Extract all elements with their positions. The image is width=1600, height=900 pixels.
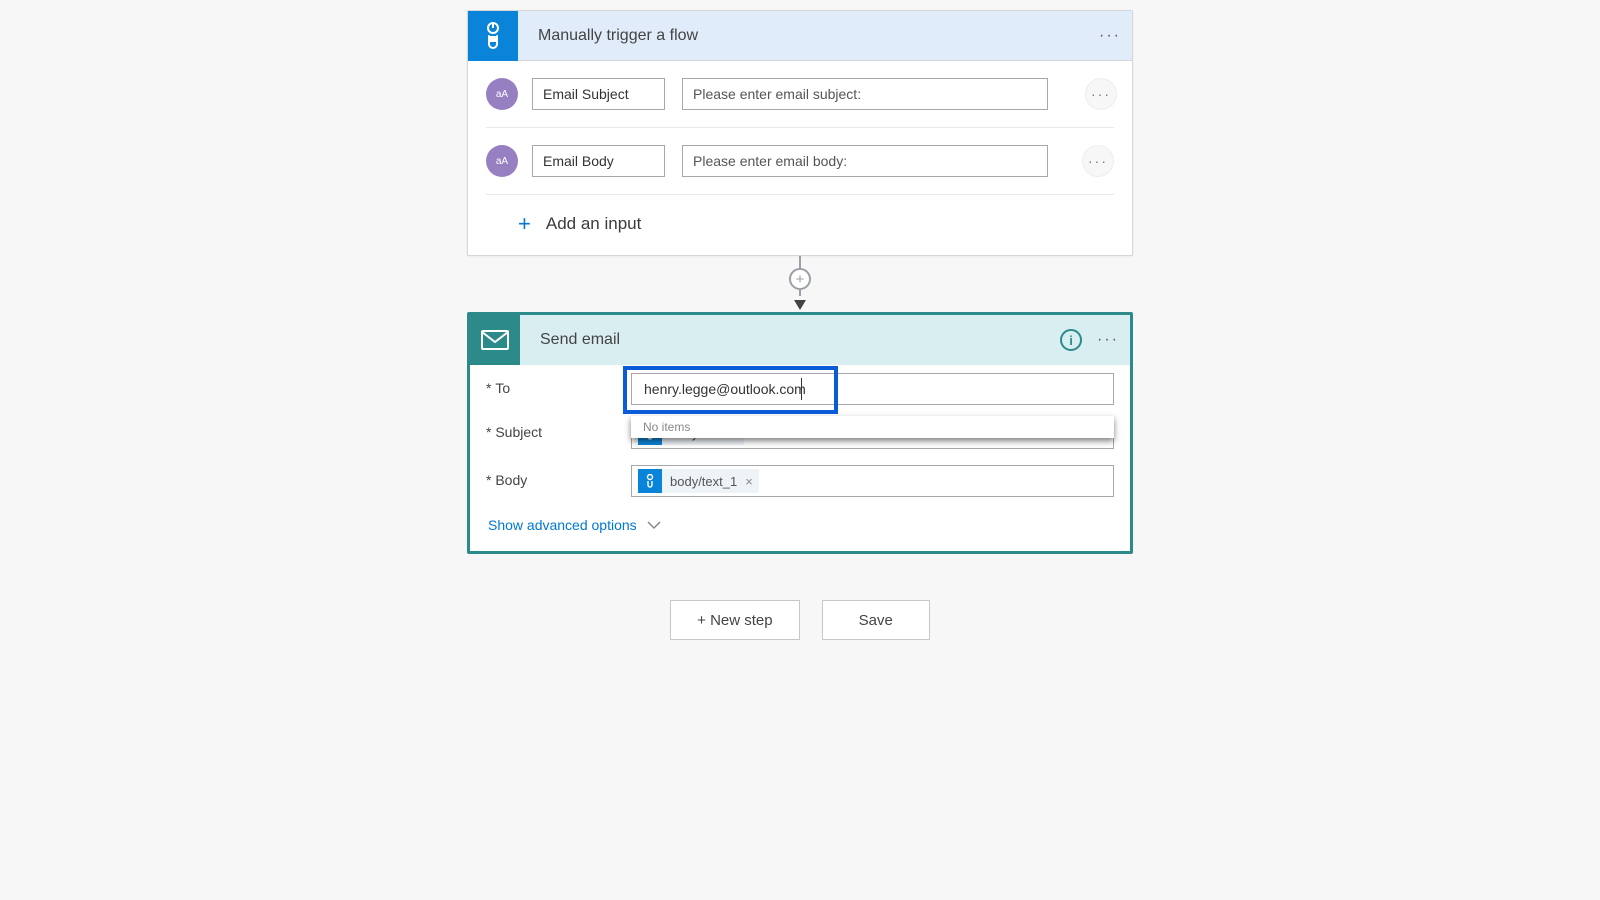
send-email-header[interactable]: Send email i ··· xyxy=(470,315,1130,365)
trigger-card-title: Manually trigger a flow xyxy=(538,27,698,45)
trigger-more-menu[interactable]: ··· xyxy=(1097,23,1123,49)
trigger-input-row: aA ··· xyxy=(468,61,1132,127)
chevron-down-icon xyxy=(647,521,661,530)
input-row-more-menu[interactable]: ··· xyxy=(1082,145,1114,177)
trigger-input-row: aA ··· xyxy=(486,127,1114,194)
autocomplete-no-items: No items xyxy=(643,420,690,434)
manual-trigger-icon xyxy=(468,11,518,61)
advanced-options-label: Show advanced options xyxy=(488,517,637,533)
send-email-more-menu[interactable]: ··· xyxy=(1095,327,1121,353)
show-advanced-options[interactable]: Show advanced options xyxy=(470,505,679,551)
text-type-icon: aA xyxy=(486,145,518,177)
mail-icon xyxy=(470,315,520,365)
trigger-card: Manually trigger a flow ··· aA ··· aA ··… xyxy=(467,10,1133,256)
plus-icon: + xyxy=(518,213,531,235)
send-email-title: Send email xyxy=(540,331,620,349)
subject-row: Subject body/text × No items xyxy=(470,413,1130,457)
text-caret-icon xyxy=(801,378,802,400)
new-step-button[interactable]: + New step xyxy=(670,600,799,640)
to-label: To xyxy=(486,373,631,396)
insert-step-button[interactable]: + xyxy=(789,268,811,290)
to-row: To xyxy=(470,365,1130,413)
add-input-label: Add an input xyxy=(546,214,641,234)
trigger-card-header[interactable]: Manually trigger a flow ··· xyxy=(468,11,1132,61)
arrow-down-icon xyxy=(794,300,806,310)
input-name-field[interactable] xyxy=(532,78,665,110)
input-placeholder-field[interactable] xyxy=(682,78,1048,110)
send-email-card: Send email i ··· To Subject body/text × xyxy=(467,312,1133,554)
autocomplete-dropdown[interactable]: No items xyxy=(631,416,1114,438)
step-connector: + xyxy=(467,256,1133,312)
save-button[interactable]: Save xyxy=(822,600,930,640)
input-row-more-menu[interactable]: ··· xyxy=(1085,78,1117,110)
text-type-icon: aA xyxy=(486,78,518,110)
info-icon[interactable]: i xyxy=(1060,329,1082,351)
dynamic-token[interactable]: body/text_1 × xyxy=(638,469,759,493)
footer-buttons: + New step Save xyxy=(670,600,930,640)
input-name-field[interactable] xyxy=(532,145,665,177)
subject-label: Subject xyxy=(486,417,631,440)
token-trigger-icon xyxy=(638,469,662,493)
input-placeholder-field[interactable] xyxy=(682,145,1048,177)
body-row: Body body/text_1 × xyxy=(470,457,1130,505)
token-remove-button[interactable]: × xyxy=(745,474,753,489)
add-input-button[interactable]: + Add an input xyxy=(486,194,1114,255)
body-label: Body xyxy=(486,465,631,488)
body-field[interactable]: body/text_1 × xyxy=(631,465,1114,497)
token-label: body/text_1 xyxy=(670,474,737,489)
to-field[interactable] xyxy=(631,373,1114,405)
